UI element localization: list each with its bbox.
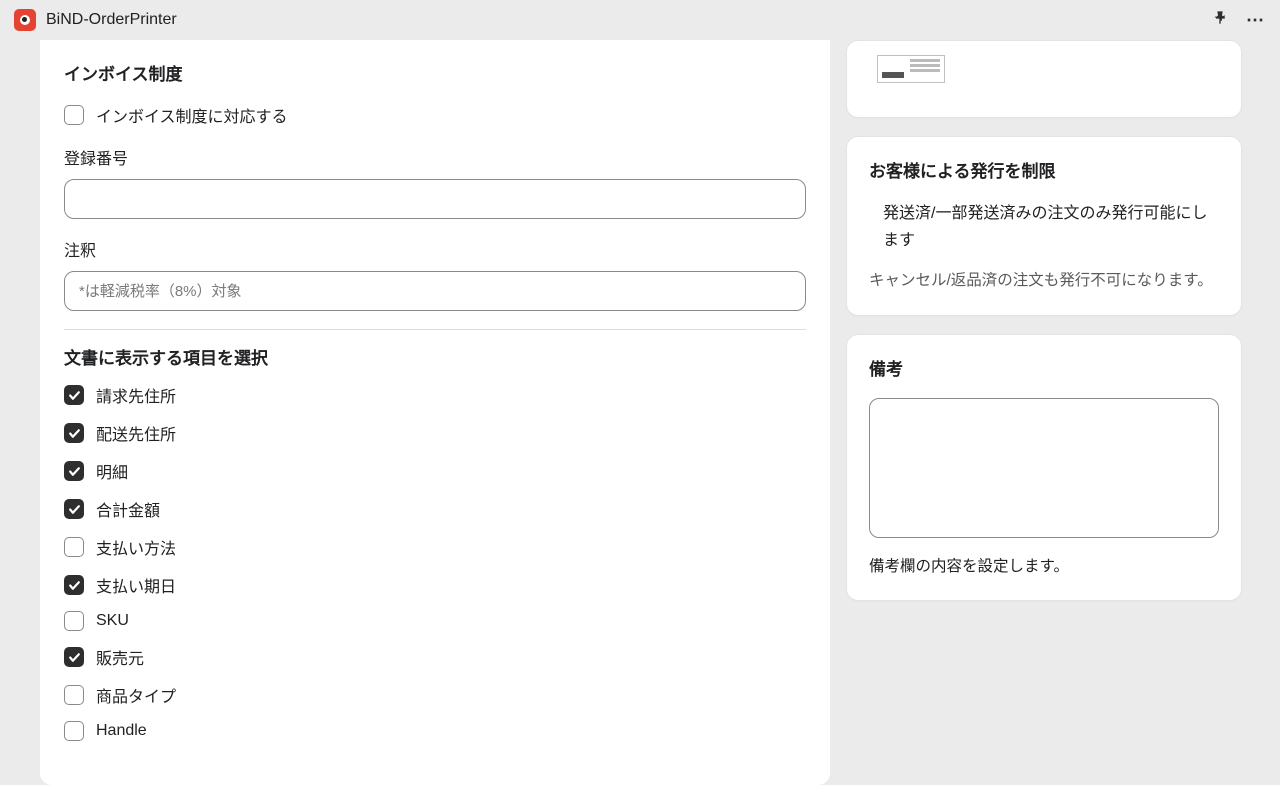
field-checkbox[interactable] [64, 423, 84, 443]
invoice-checkbox-row: インボイス制度に対応する [64, 103, 806, 127]
remarks-card: 備考 備考欄の内容を設定します。 [846, 334, 1242, 601]
remarks-textarea[interactable] [869, 398, 1219, 538]
field-checkbox[interactable] [64, 385, 84, 405]
restrict-title: お客様による発行を制限 [869, 157, 1219, 182]
remarks-help-text: 備考欄の内容を設定します。 [869, 554, 1219, 580]
field-checkbox[interactable] [64, 685, 84, 705]
field-row: 明細 [64, 459, 806, 483]
field-row: 支払い方法 [64, 535, 806, 559]
field-label: 支払い期日 [96, 573, 176, 597]
note-input[interactable] [64, 271, 806, 311]
field-row: 請求先住所 [64, 383, 806, 407]
field-checkbox[interactable] [64, 537, 84, 557]
app-title: BiND-OrderPrinter [46, 11, 177, 29]
note-label: 注釈 [64, 237, 806, 261]
content: インボイス制度 インボイス制度に対応する 登録番号 注釈 文書に表示する項目を選… [0, 40, 1280, 785]
top-bar-left: BiND-OrderPrinter [14, 9, 177, 31]
field-label: 明細 [96, 459, 128, 483]
preview-thumbnail [877, 55, 945, 83]
field-checkbox[interactable] [64, 575, 84, 595]
field-row: 配送先住所 [64, 421, 806, 445]
top-bar: BiND-OrderPrinter ⋯ [0, 0, 1280, 40]
field-label: SKU [96, 612, 129, 630]
field-label: 支払い方法 [96, 535, 176, 559]
field-row: 合計金額 [64, 497, 806, 521]
invoice-checkbox[interactable] [64, 105, 84, 125]
preview-card [846, 40, 1242, 118]
reg-number-input[interactable] [64, 179, 806, 219]
main-panel: インボイス制度 インボイス制度に対応する 登録番号 注釈 文書に表示する項目を選… [40, 40, 830, 785]
field-label: Handle [96, 722, 147, 740]
field-checkbox[interactable] [64, 647, 84, 667]
side-column: お客様による発行を制限 発送済/一部発送済みの注文のみ発行可能にします キャンセ… [846, 40, 1242, 601]
pin-icon[interactable] [1212, 10, 1228, 30]
app-icon [14, 9, 36, 31]
reg-number-label: 登録番号 [64, 145, 806, 169]
field-label: 配送先住所 [96, 421, 176, 445]
restrict-card: お客様による発行を制限 発送済/一部発送済みの注文のみ発行可能にします キャンセ… [846, 136, 1242, 316]
field-row: 支払い期日 [64, 573, 806, 597]
field-checkbox[interactable] [64, 499, 84, 519]
restrict-checkbox-label: 発送済/一部発送済みの注文のみ発行可能にします [883, 200, 1219, 254]
display-fields-title: 文書に表示する項目を選択 [64, 344, 806, 369]
field-label: 合計金額 [96, 497, 160, 521]
field-row: Handle [64, 721, 806, 741]
restrict-checkbox-row: 発送済/一部発送済みの注文のみ発行可能にします [869, 200, 1219, 254]
field-label: 商品タイプ [96, 683, 176, 707]
field-row: 商品タイプ [64, 683, 806, 707]
more-icon[interactable]: ⋯ [1246, 10, 1266, 31]
field-label: 販売元 [96, 645, 144, 669]
field-checkbox[interactable] [64, 461, 84, 481]
field-row: 販売元 [64, 645, 806, 669]
field-row: SKU [64, 611, 806, 631]
top-bar-right: ⋯ [1212, 10, 1266, 31]
field-checkbox[interactable] [64, 721, 84, 741]
invoice-checkbox-label: インボイス制度に対応する [96, 103, 288, 127]
remarks-title: 備考 [869, 355, 1219, 380]
fields-list: 請求先住所配送先住所明細合計金額支払い方法支払い期日 SKU 販売元商品タイプ Han… [64, 383, 806, 741]
restrict-help-text: キャンセル/返品済の注文も発行不可になります。 [869, 268, 1219, 294]
field-checkbox[interactable] [64, 611, 84, 631]
invoice-section-title: インボイス制度 [64, 60, 806, 85]
divider [64, 329, 806, 330]
field-label: 請求先住所 [96, 383, 176, 407]
